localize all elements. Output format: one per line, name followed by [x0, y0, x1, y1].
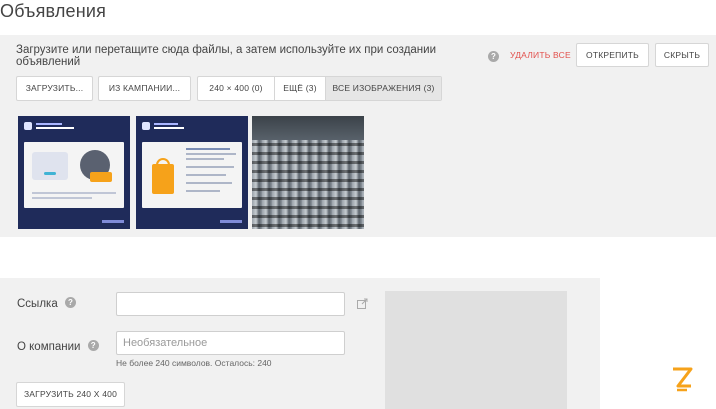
- help-icon[interactable]: ?: [64, 297, 76, 309]
- company-input[interactable]: [116, 331, 345, 355]
- image-size-filter: 240 × 400 (0) ЕЩЁ (3) ВСЕ ИЗОБРАЖЕНИЯ (3…: [197, 76, 442, 101]
- help-icon[interactable]: ?: [488, 51, 499, 62]
- delete-all-link[interactable]: УДАЛИТЬ ВСЕ: [510, 50, 571, 60]
- image-thumbnail[interactable]: [18, 116, 130, 229]
- help-icon[interactable]: ?: [87, 340, 99, 352]
- link-input[interactable]: [116, 292, 345, 316]
- company-label: О компании ?: [17, 340, 99, 353]
- image-thumbnail[interactable]: [136, 116, 248, 229]
- company-label-text: О компании: [17, 341, 81, 353]
- ad-form-panel: Ссылка ? О компании ? Не более 240 симво…: [0, 278, 600, 409]
- upload-button[interactable]: ЗАГРУЗИТЬ...: [16, 76, 93, 101]
- upload-panel: Загрузите или перетащите сюда файлы, а з…: [0, 35, 716, 237]
- page-title: Объявления: [0, 1, 107, 21]
- hide-button[interactable]: СКРЫТЬ: [655, 43, 709, 67]
- from-campaign-button[interactable]: ИЗ КАМПАНИИ...: [98, 76, 191, 101]
- char-counter: Не более 240 символов. Осталось: 240: [116, 358, 272, 368]
- ad-preview-placeholder: [385, 291, 567, 409]
- external-link-icon[interactable]: [357, 298, 368, 309]
- link-label-text: Ссылка: [17, 298, 58, 310]
- ad-banner-card: [142, 142, 242, 208]
- brand-logo-icon: [673, 367, 693, 392]
- unpin-button[interactable]: ОТКРЕПИТЬ: [576, 43, 649, 67]
- upload-hint: Загрузите или перетащите сюда файлы, а з…: [16, 44, 436, 68]
- ad-banner-card: [24, 142, 124, 208]
- link-label: Ссылка ?: [17, 297, 76, 310]
- upload-240x400-button[interactable]: ЗАГРУЗИТЬ 240 Х 400: [16, 382, 125, 407]
- filter-tab-more[interactable]: ЕЩЁ (3): [275, 77, 326, 100]
- filter-tab-240x400[interactable]: 240 × 400 (0): [198, 77, 275, 100]
- image-thumbnail[interactable]: [252, 116, 364, 229]
- filter-tab-all-images[interactable]: ВСЕ ИЗОБРАЖЕНИЯ (3): [326, 77, 441, 100]
